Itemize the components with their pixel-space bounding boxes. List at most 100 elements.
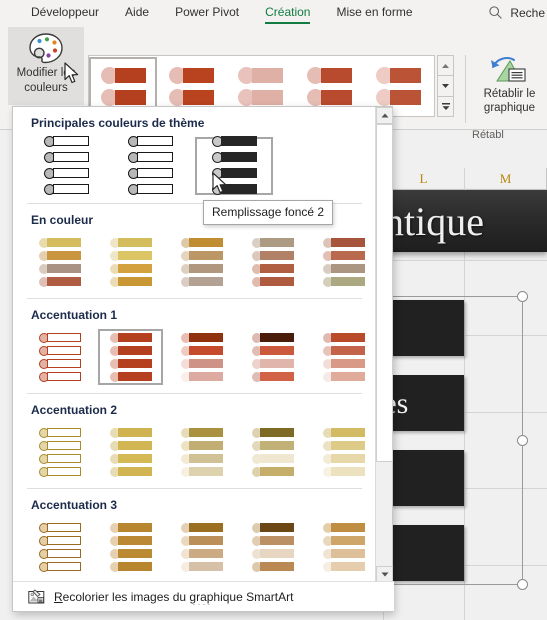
search-box[interactable]: Reche	[488, 0, 547, 25]
color-option-accent2-degrade-boucle[interactable]	[169, 424, 234, 480]
color-option-line	[251, 345, 294, 356]
gallery-rect-shape	[321, 67, 352, 83]
color-option-accent3-plage-degrade[interactable]	[240, 519, 305, 575]
color-option-bar	[188, 346, 223, 355]
recolorier-menu-label: Recolorier les images du graphique Smart…	[54, 590, 293, 604]
color-option-bar	[259, 428, 294, 437]
color-option-accent1-remplissage-couleur[interactable]	[98, 329, 163, 385]
smartart-node-3[interactable]	[390, 450, 464, 506]
color-option-accent2-contour-seulement[interactable]	[27, 424, 92, 480]
color-option-accent3-contour-seulement[interactable]	[27, 519, 92, 575]
color-option-accent2-plage-degrade[interactable]	[240, 424, 305, 480]
tab-creation[interactable]: Création	[252, 0, 323, 25]
color-option-bar	[117, 523, 152, 532]
tab-mise-en-forme[interactable]: Mise en forme	[323, 0, 425, 25]
color-option-line	[38, 427, 81, 438]
color-option-accent1-contour-seulement[interactable]	[27, 329, 92, 385]
color-option-line	[109, 466, 152, 477]
color-option-accent2-transparent[interactable]	[311, 424, 376, 480]
color-option-accent2-remplissage-couleur[interactable]	[98, 424, 163, 480]
color-option-line	[38, 237, 81, 248]
color-option-en-couleur-4[interactable]	[240, 234, 305, 290]
color-option-bar	[330, 428, 365, 437]
smartart-node-2[interactable]: ntes	[360, 375, 464, 431]
color-option-bar	[117, 333, 152, 342]
gallery-more-button[interactable]	[438, 96, 453, 116]
tab-developpeur[interactable]: Développeur	[18, 0, 112, 25]
color-option-line	[211, 135, 257, 147]
dropdown-scrollbar-thumb[interactable]	[376, 124, 393, 462]
color-option-line	[43, 135, 89, 147]
color-option-line	[322, 371, 365, 382]
color-option-bar	[330, 467, 365, 476]
color-option-line	[38, 548, 81, 559]
gallery-item-row	[307, 66, 352, 84]
color-option-accent3-remplissage-couleur[interactable]	[98, 519, 163, 575]
dropdown-resize-grip[interactable]: ····	[193, 599, 213, 609]
color-option-bar	[259, 441, 294, 450]
dropdown-section: Accentuation 1	[13, 299, 376, 391]
color-option-en-couleur-2[interactable]	[98, 234, 163, 290]
smartart-title-shape[interactable]: ntique	[384, 190, 547, 252]
dropdown-scroll-up-button[interactable]	[376, 107, 393, 124]
column-header-band: L M	[383, 168, 547, 190]
color-option-accent1-plage-degrade[interactable]	[240, 329, 305, 385]
color-option-remplissage-fonce-2[interactable]	[195, 135, 273, 195]
selection-border-top	[383, 296, 523, 297]
color-option-accent1-degrade-boucle[interactable]	[169, 329, 234, 385]
color-option-accent3-degrade-boucle[interactable]	[169, 519, 234, 575]
color-option-bar	[117, 264, 152, 273]
color-option-bar	[136, 152, 173, 162]
dropdown-scrollbar[interactable]	[375, 107, 393, 583]
color-option-en-couleur-5[interactable]	[311, 234, 376, 290]
color-option-line	[38, 535, 81, 546]
color-option-bar	[46, 359, 81, 368]
gallery-scroll-buttons	[437, 55, 454, 117]
smartart-node-1[interactable]	[390, 300, 464, 356]
color-option-bar	[259, 523, 294, 532]
gallery-item-row	[238, 88, 283, 106]
color-option-line	[180, 345, 223, 356]
color-option-line	[180, 561, 223, 572]
gallery-rect-shape	[390, 89, 421, 105]
color-gallery-dropdown: Principales couleurs de thème En couleur A…	[12, 106, 394, 612]
more-styles-icon	[441, 102, 450, 110]
color-option-bar	[117, 536, 152, 545]
color-option-bar	[46, 536, 81, 545]
selection-handle-bottom-right[interactable]	[517, 579, 528, 590]
color-option-line	[109, 561, 152, 572]
section-title: Accentuation 2	[31, 403, 118, 417]
color-option-bar	[330, 251, 365, 260]
color-option-bar	[330, 549, 365, 558]
color-option-line	[251, 427, 294, 438]
tab-power-pivot[interactable]: Power Pivot	[162, 0, 252, 25]
dropdown-section: Principales couleurs de thème	[13, 107, 376, 201]
color-option-bar	[330, 277, 365, 286]
color-option-bar	[330, 359, 365, 368]
column-header-l[interactable]: L	[383, 168, 465, 189]
color-option-remplissage-clair-2[interactable]	[111, 135, 189, 195]
gallery-scroll-down-button[interactable]	[438, 76, 453, 97]
retablir-le-graphique-button[interactable]: Rétablir le graphique	[472, 53, 547, 125]
color-option-remplissage-clair-1[interactable]	[27, 135, 105, 195]
color-option-line	[322, 237, 365, 248]
color-option-en-couleur-1[interactable]	[27, 234, 92, 290]
gallery-item-row	[100, 88, 146, 106]
column-header-m[interactable]: M	[465, 168, 547, 189]
color-option-line	[109, 276, 152, 287]
color-option-accent1-transparent[interactable]	[311, 329, 376, 385]
selection-handle-top-right[interactable]	[517, 291, 528, 302]
retablir-label-line1: Rétablir le	[483, 88, 536, 100]
tab-aide[interactable]: Aide	[112, 0, 162, 25]
color-option-line	[180, 535, 223, 546]
gallery-scroll-up-button[interactable]	[438, 56, 453, 77]
color-option-bar	[259, 549, 294, 558]
color-option-line	[180, 237, 223, 248]
reset-graphic-icon	[490, 57, 526, 82]
color-option-accent3-transparent[interactable]	[311, 519, 376, 575]
color-option-line	[38, 332, 81, 343]
selection-handle-middle-right[interactable]	[517, 435, 528, 446]
color-option-bar	[136, 136, 173, 146]
smartart-node-4[interactable]	[390, 525, 464, 581]
color-option-en-couleur-3[interactable]	[169, 234, 234, 290]
